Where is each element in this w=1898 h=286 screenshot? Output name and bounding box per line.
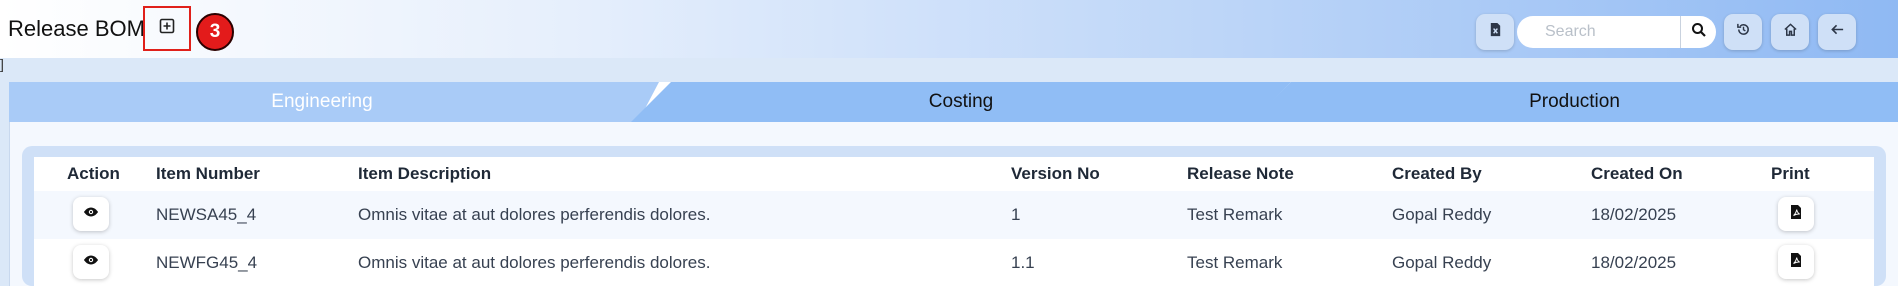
column-header-created-by[interactable]: Created By [1392, 164, 1482, 184]
search-icon [1691, 22, 1707, 43]
back-button[interactable] [1818, 14, 1856, 50]
cell-item-number: NEWFG45_4 [156, 253, 258, 272]
tab-costing[interactable]: Costing [631, 82, 1291, 122]
history-button[interactable] [1724, 14, 1762, 50]
page-title: Release BOM [8, 16, 145, 41]
step-badge: 3 [196, 13, 234, 51]
tab-bar: Engineering Costing Production [9, 82, 1898, 122]
view-button[interactable] [73, 245, 109, 279]
history-icon [1736, 22, 1751, 42]
column-header-created-on[interactable]: Created On [1591, 164, 1683, 184]
cell-created-by: Gopal Reddy [1392, 205, 1492, 224]
arrow-left-icon [1830, 22, 1845, 42]
tab-label: Production [1529, 91, 1620, 112]
file-report-icon [1488, 22, 1503, 42]
search-input[interactable] [1517, 16, 1682, 48]
column-header-item-description[interactable]: Item Description [358, 164, 491, 184]
tab-production[interactable]: Production [1251, 82, 1898, 122]
cell-created-on: 18/02/2025 [1591, 253, 1677, 272]
column-header-release-note[interactable]: Release Note [1187, 164, 1294, 184]
cell-item-number: NEWSA45_4 [156, 205, 257, 224]
column-header-action: Action [67, 164, 120, 183]
report-button[interactable] [1476, 14, 1514, 50]
tab-label: Engineering [271, 91, 373, 112]
cell-created-by: Gopal Reddy [1392, 253, 1492, 272]
eye-icon [83, 252, 99, 273]
tab-label: Costing [928, 91, 994, 112]
plus-square-icon [159, 18, 175, 39]
pdf-file-icon [1788, 204, 1804, 225]
add-bom-button[interactable] [143, 6, 191, 51]
eye-icon [83, 204, 99, 225]
column-header-item-number[interactable]: Item Number [156, 164, 260, 184]
home-icon [1783, 22, 1798, 42]
view-button[interactable] [73, 197, 109, 231]
cell-version-no: 1.1 [1011, 253, 1035, 272]
stray-bracket-text: ] [0, 56, 4, 72]
home-button[interactable] [1771, 14, 1809, 50]
tab-engineering[interactable]: Engineering [9, 82, 659, 122]
column-header-print: Print [1771, 164, 1810, 183]
cell-item-description: Omnis vitae at aut dolores perferendis d… [358, 205, 711, 224]
search-button[interactable] [1680, 16, 1716, 48]
cell-item-description: Omnis vitae at aut dolores perferendis d… [358, 253, 711, 272]
pdf-file-icon [1788, 252, 1804, 273]
print-button[interactable] [1778, 245, 1814, 279]
print-button[interactable] [1778, 197, 1814, 231]
cell-release-note: Test Remark [1187, 253, 1283, 272]
cell-version-no: 1 [1011, 205, 1021, 224]
cell-created-on: 18/02/2025 [1591, 205, 1677, 224]
cell-release-note: Test Remark [1187, 205, 1283, 224]
column-header-version-no[interactable]: Version No [1011, 164, 1100, 184]
